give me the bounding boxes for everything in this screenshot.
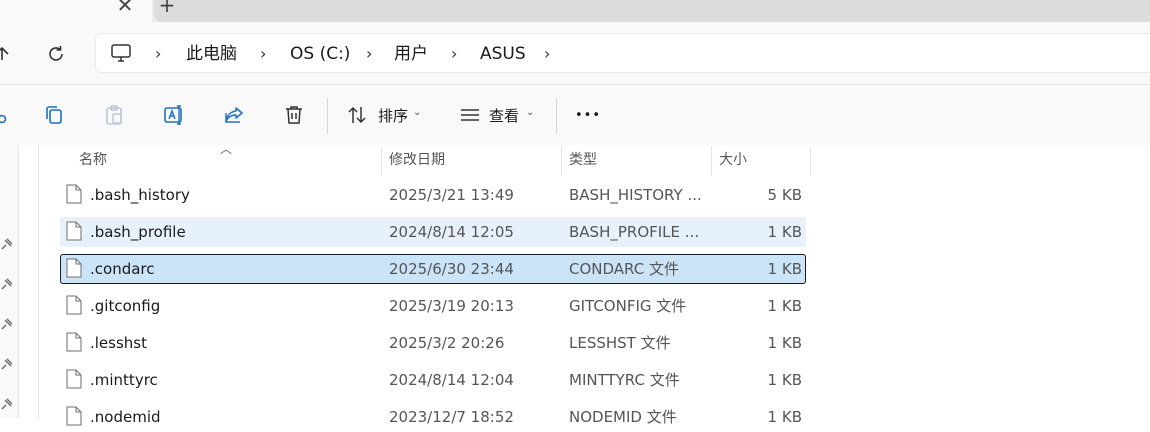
sort-icon[interactable] <box>345 103 369 127</box>
file-size: 1 KB <box>767 260 802 278</box>
sort-ascending-icon: ︿ <box>220 142 233 156</box>
column-header-type[interactable]: 类型 <box>569 151 597 169</box>
pin-icon[interactable] <box>0 276 14 290</box>
file-type: CONDARC 文件 <box>569 260 679 278</box>
sort-dropdown-icon[interactable]: ⌄ <box>413 107 421 118</box>
breadcrumb-asus[interactable]: ASUS <box>480 43 526 65</box>
file-type: MINTTYRC 文件 <box>569 371 680 389</box>
file-size: 1 KB <box>767 408 802 426</box>
file-name: .gitconfig <box>90 297 161 315</box>
breadcrumb-separator[interactable]: › <box>451 43 457 65</box>
column-header-date[interactable]: 修改日期 <box>389 151 445 169</box>
pin-icon[interactable] <box>0 236 14 250</box>
file-type: GITCONFIG 文件 <box>569 297 687 315</box>
toolbar-divider <box>327 98 328 134</box>
file-type: LESSHST 文件 <box>569 334 671 352</box>
view-button-label[interactable]: 查看 <box>489 106 519 126</box>
column-divider[interactable] <box>810 146 811 176</box>
file-size: 1 KB <box>767 371 802 389</box>
view-dropdown-icon[interactable]: ⌄ <box>526 107 534 118</box>
file-name: .bash_history <box>90 186 190 204</box>
file-size: 1 KB <box>767 223 802 241</box>
this-pc-icon[interactable] <box>110 43 132 63</box>
file-modified-date: 2025/3/19 20:13 <box>389 297 514 315</box>
file-name: .minttyrc <box>90 371 158 389</box>
close-tab-icon[interactable]: ✕ <box>112 0 138 18</box>
file-size: 1 KB <box>767 334 802 352</box>
new-tab-button[interactable]: + <box>154 0 180 18</box>
file-modified-date: 2025/6/30 23:44 <box>389 260 514 278</box>
column-header-size[interactable]: 大小 <box>719 151 747 169</box>
more-options-icon[interactable]: ••• <box>575 106 601 126</box>
up-arrow-icon[interactable] <box>0 44 12 64</box>
rename-icon[interactable] <box>162 103 186 127</box>
column-header-name[interactable]: 名称 <box>79 151 107 169</box>
sort-button-label[interactable]: 排序 <box>378 106 408 126</box>
file-type: BASH_PROFILE ... <box>569 223 700 241</box>
file-modified-date: 2025/3/2 20:26 <box>389 334 505 352</box>
delete-icon[interactable] <box>282 103 306 127</box>
breadcrumb-users[interactable]: 用户 <box>394 43 428 65</box>
breadcrumb-this-pc[interactable]: 此电脑 <box>186 43 237 65</box>
file-icon <box>66 406 82 426</box>
file-name: .nodemid <box>90 408 161 426</box>
breadcrumb-os-c[interactable]: OS (C:) <box>290 43 350 65</box>
file-icon <box>66 332 82 352</box>
refresh-icon[interactable] <box>44 42 68 66</box>
file-name: .condarc <box>90 260 155 278</box>
file-name: .lesshst <box>90 334 147 352</box>
file-modified-date: 2024/8/14 12:04 <box>389 371 514 389</box>
file-icon <box>66 295 82 315</box>
file-icon <box>66 369 82 389</box>
file-icon <box>66 184 82 204</box>
breadcrumb-separator[interactable]: › <box>155 43 161 65</box>
address-bar[interactable] <box>96 34 1150 72</box>
file-type: NODEMID 文件 <box>569 408 677 426</box>
pin-icon[interactable] <box>0 316 14 330</box>
column-divider[interactable] <box>711 146 712 176</box>
view-icon[interactable] <box>458 103 482 127</box>
share-icon[interactable] <box>222 103 246 127</box>
file-name: .bash_profile <box>90 223 186 241</box>
breadcrumb-separator[interactable]: › <box>260 43 266 65</box>
toolbar-divider <box>556 98 557 134</box>
file-modified-date: 2024/8/14 12:05 <box>389 223 514 241</box>
file-size: 1 KB <box>767 297 802 315</box>
column-divider[interactable] <box>381 146 382 176</box>
paste-icon[interactable] <box>102 103 126 127</box>
cut-icon[interactable] <box>0 103 10 127</box>
copy-icon[interactable] <box>42 103 66 127</box>
pin-icon[interactable] <box>0 356 14 370</box>
file-modified-date: 2025/3/21 13:49 <box>389 186 514 204</box>
breadcrumb-separator[interactable]: › <box>366 43 372 65</box>
breadcrumb-separator[interactable]: › <box>544 43 550 65</box>
tab-bar-empty <box>154 0 1150 22</box>
file-size: 5 KB <box>767 186 802 204</box>
file-icon <box>66 221 82 241</box>
pin-icon[interactable] <box>0 396 14 410</box>
file-icon <box>66 258 82 278</box>
file-type: BASH_HISTORY ... <box>569 186 702 204</box>
file-modified-date: 2023/12/7 18:52 <box>389 408 514 426</box>
column-divider[interactable] <box>561 146 562 176</box>
